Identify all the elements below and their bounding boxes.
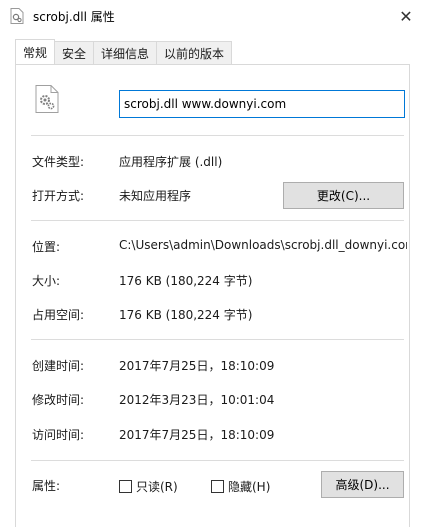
dll-gear-file-icon (35, 85, 59, 113)
checkbox-box (119, 480, 132, 493)
file-name-input[interactable] (119, 90, 405, 118)
location-value: C:\Users\admin\Downloads\scrobj.dll_down… (119, 238, 407, 252)
location-label: 位置: (32, 240, 61, 254)
checkbox-box (211, 480, 224, 493)
general-panel: 文件类型: 应用程序扩展 (.dll) 打开方式: 未知应用程序 更改(C)..… (15, 64, 410, 527)
hidden-label: 隐藏(H) (228, 480, 271, 494)
dll-file-icon (10, 8, 24, 24)
close-icon: ✕ (399, 6, 413, 26)
separator (31, 135, 404, 136)
size-on-disk-label: 占用空间: (32, 308, 85, 322)
size-on-disk-value: 176 KB (180,224 字节) (119, 308, 253, 322)
hidden-checkbox[interactable]: 隐藏(H) (211, 478, 270, 495)
advanced-button[interactable]: 高级(D)... (321, 471, 404, 498)
file-type-value: 应用程序扩展 (.dll) (119, 155, 223, 169)
size-label: 大小: (32, 274, 61, 288)
open-with-label: 打开方式: (32, 189, 85, 203)
tab-general[interactable]: 常规 (15, 39, 56, 64)
title-bar: scrobj.dll 属性 ✕ (0, 0, 424, 32)
separator (31, 220, 404, 221)
modified-label: 修改时间: (32, 393, 85, 407)
tab-bar: 常规 安全 详细信息 以前的版本 (15, 39, 233, 65)
separator (31, 339, 404, 340)
modified-value: 2012年3月23日，10:01:04 (119, 393, 275, 407)
size-value: 176 KB (180,224 字节) (119, 274, 253, 288)
file-type-label: 文件类型: (32, 155, 85, 169)
change-button[interactable]: 更改(C)... (283, 182, 404, 209)
attributes-label: 属性: (32, 479, 61, 493)
created-value: 2017年7月25日，18:10:09 (119, 359, 275, 373)
tab-security[interactable]: 安全 (54, 41, 95, 64)
accessed-label: 访问时间: (32, 428, 85, 442)
separator (31, 460, 404, 461)
tab-details[interactable]: 详细信息 (93, 41, 158, 64)
window-title: scrobj.dll 属性 (33, 10, 115, 24)
readonly-checkbox[interactable]: 只读(R) (119, 478, 178, 495)
open-with-value: 未知应用程序 (119, 189, 192, 203)
readonly-label: 只读(R) (136, 480, 178, 494)
created-label: 创建时间: (32, 359, 85, 373)
close-button[interactable]: ✕ (388, 0, 424, 32)
accessed-value: 2017年7月25日，18:10:09 (119, 428, 275, 442)
tab-previous-versions[interactable]: 以前的版本 (156, 41, 233, 64)
